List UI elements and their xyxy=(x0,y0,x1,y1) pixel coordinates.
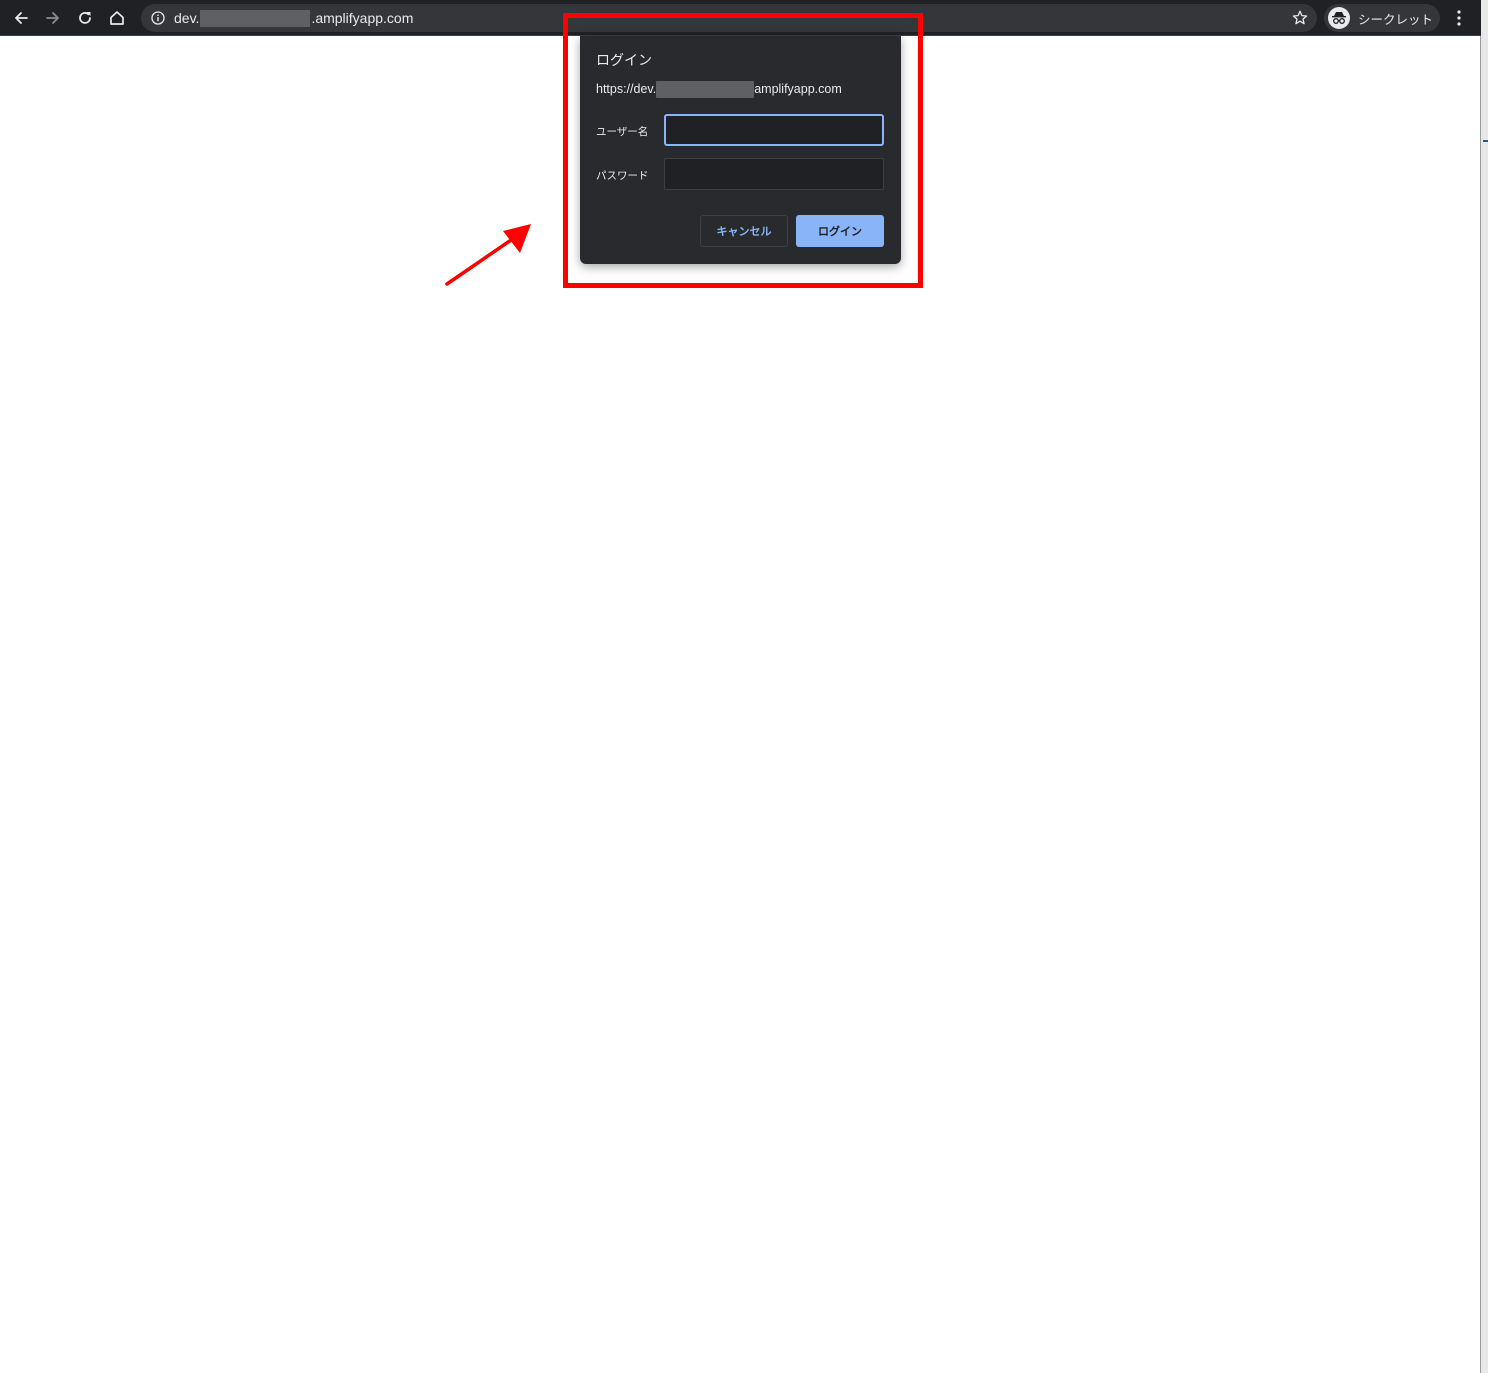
home-button[interactable] xyxy=(104,5,130,31)
incognito-icon xyxy=(1328,7,1350,29)
annotation-arrow-icon xyxy=(445,224,531,286)
star-icon[interactable] xyxy=(1291,9,1309,27)
annotation-highlight-box xyxy=(563,13,923,288)
forward-button[interactable] xyxy=(40,5,66,31)
adjacent-window-mark xyxy=(1483,140,1488,142)
url-prefix: dev. xyxy=(174,10,200,26)
url-suffix: .amplifyapp.com xyxy=(311,10,414,26)
incognito-profile-button[interactable]: シークレット xyxy=(1324,4,1440,32)
browser-menu-button[interactable] xyxy=(1449,5,1469,31)
back-button[interactable] xyxy=(8,5,34,31)
info-icon[interactable] xyxy=(150,10,166,26)
redacted-block xyxy=(200,9,311,27)
browser-window: dev. .amplifyapp.com シークレット ログイン https:/… xyxy=(0,0,1481,1373)
reload-icon xyxy=(79,12,91,24)
arrow-right-icon xyxy=(46,12,59,24)
reload-button[interactable] xyxy=(72,5,98,31)
url-text[interactable]: dev. .amplifyapp.com xyxy=(174,9,413,27)
home-icon xyxy=(110,11,124,25)
arrow-left-icon xyxy=(15,12,28,24)
incognito-label: シークレット xyxy=(1358,12,1434,27)
kebab-menu-icon xyxy=(1457,10,1461,26)
adjacent-window-edge xyxy=(1481,0,1488,1373)
